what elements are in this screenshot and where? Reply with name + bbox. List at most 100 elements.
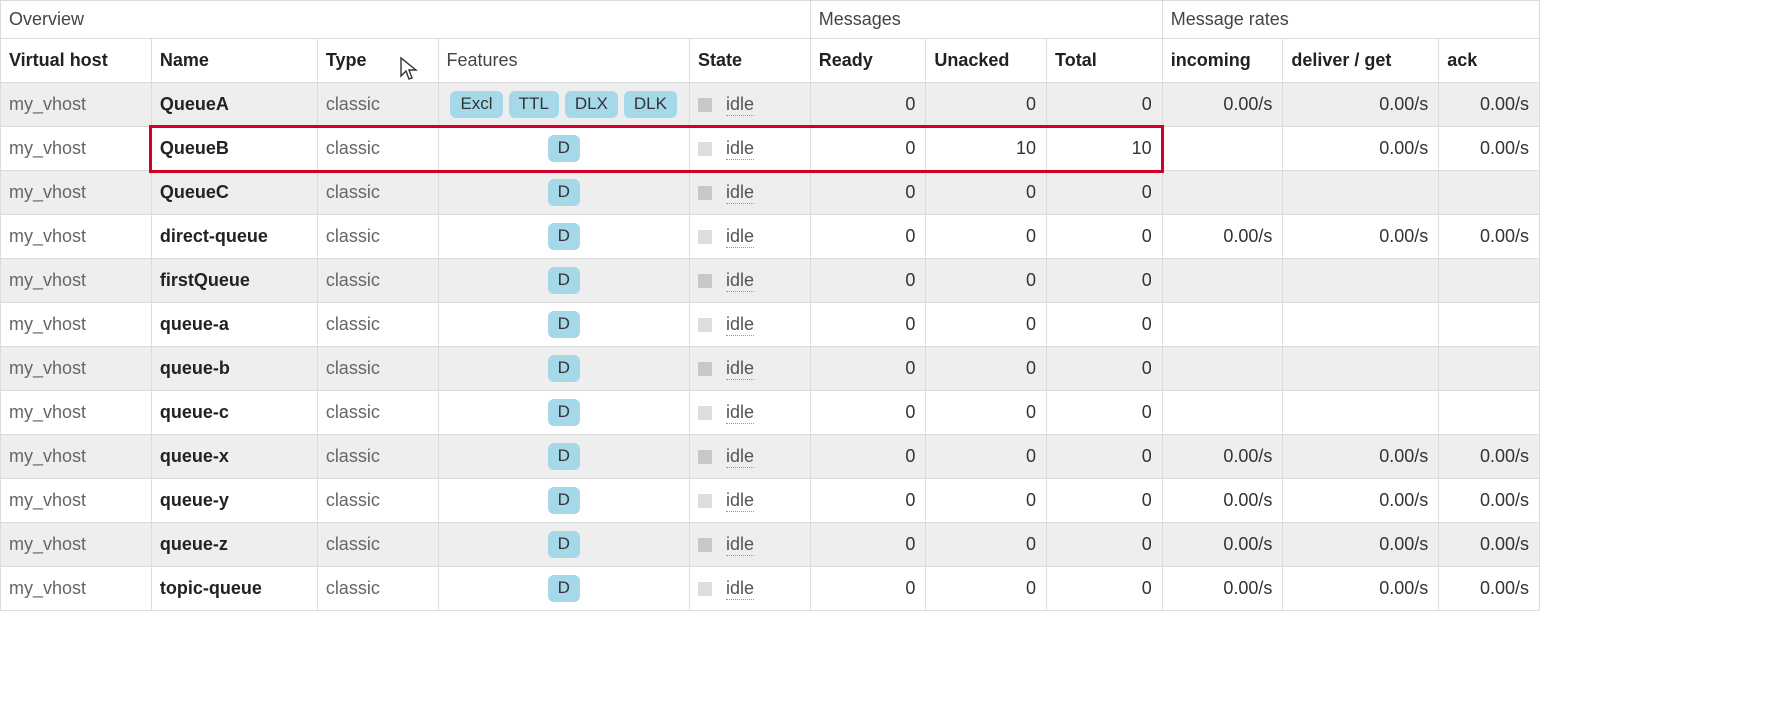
- cell-incoming: 0.00/s: [1162, 567, 1283, 611]
- state-color-icon: [698, 98, 712, 112]
- cell-name[interactable]: direct-queue: [151, 215, 317, 259]
- cell-total: 0: [1047, 567, 1163, 611]
- vhost-label: my_vhost: [9, 94, 86, 114]
- cell-unacked: 0: [926, 523, 1047, 567]
- cell-total: 0: [1047, 83, 1163, 127]
- cell-name[interactable]: topic-queue: [151, 567, 317, 611]
- cell-type: classic: [317, 523, 438, 567]
- cell-name[interactable]: queue-a: [151, 303, 317, 347]
- col-ack[interactable]: ack: [1439, 39, 1540, 83]
- cell-total: 0: [1047, 391, 1163, 435]
- cell-ack: [1439, 259, 1540, 303]
- cell-incoming: [1162, 127, 1283, 171]
- col-vhost[interactable]: Virtual host: [1, 39, 152, 83]
- cell-unacked: 0: [926, 347, 1047, 391]
- col-type[interactable]: Type: [317, 39, 438, 83]
- cell-state: idle: [689, 303, 810, 347]
- col-deliver-get[interactable]: deliver / get: [1283, 39, 1439, 83]
- cell-vhost: my_vhost: [1, 215, 152, 259]
- vhost-label: my_vhost: [9, 490, 86, 510]
- col-features[interactable]: Features: [438, 39, 689, 83]
- cell-name[interactable]: QueueB: [151, 127, 317, 171]
- col-name[interactable]: Name: [151, 39, 317, 83]
- queue-name-link[interactable]: topic-queue: [160, 578, 262, 598]
- queue-name-link[interactable]: queue-z: [160, 534, 228, 554]
- queue-name-link[interactable]: direct-queue: [160, 226, 268, 246]
- header-columns-row: Virtual host Name Type Features State Re…: [1, 39, 1540, 83]
- cell-deliver-get: 0.00/s: [1283, 523, 1439, 567]
- cell-name[interactable]: firstQueue: [151, 259, 317, 303]
- cell-ready: 0: [810, 567, 926, 611]
- cell-type: classic: [317, 171, 438, 215]
- col-state[interactable]: State: [689, 39, 810, 83]
- cell-features: ExclTTLDLXDLK: [438, 83, 689, 127]
- vhost-label: my_vhost: [9, 446, 86, 466]
- cell-incoming: 0.00/s: [1162, 215, 1283, 259]
- cell-incoming: [1162, 347, 1283, 391]
- state-label: idle: [726, 138, 754, 160]
- queues-table-container: Overview Messages Message rates Virtual …: [0, 0, 1540, 611]
- table-row: my_vhostQueueBclassicDidle010100.00/s0.0…: [1, 127, 1540, 171]
- cell-name[interactable]: queue-x: [151, 435, 317, 479]
- cell-name[interactable]: QueueA: [151, 83, 317, 127]
- vhost-label: my_vhost: [9, 358, 86, 378]
- queue-name-link[interactable]: queue-b: [160, 358, 230, 378]
- queue-name-link[interactable]: QueueB: [160, 138, 229, 158]
- cell-state: idle: [689, 127, 810, 171]
- queue-name-link[interactable]: queue-a: [160, 314, 229, 334]
- queue-type-label: classic: [326, 578, 380, 598]
- col-total[interactable]: Total: [1047, 39, 1163, 83]
- state-label: idle: [726, 94, 754, 116]
- table-row: my_vhostqueue-bclassicDidle000: [1, 347, 1540, 391]
- cell-ack: [1439, 303, 1540, 347]
- state-color-icon: [698, 494, 712, 508]
- cell-total: 0: [1047, 171, 1163, 215]
- table-row: my_vhostQueueCclassicDidle000: [1, 171, 1540, 215]
- queue-name-link[interactable]: queue-c: [160, 402, 229, 422]
- col-incoming[interactable]: incoming: [1162, 39, 1283, 83]
- queue-type-label: classic: [326, 94, 380, 114]
- queue-type-label: classic: [326, 490, 380, 510]
- queue-name-link[interactable]: firstQueue: [160, 270, 250, 290]
- cell-total: 0: [1047, 215, 1163, 259]
- queue-type-label: classic: [326, 446, 380, 466]
- queue-name-link[interactable]: QueueC: [160, 182, 229, 202]
- cell-deliver-get: 0.00/s: [1283, 215, 1439, 259]
- cell-type: classic: [317, 347, 438, 391]
- cell-features: D: [438, 567, 689, 611]
- cell-unacked: 0: [926, 171, 1047, 215]
- table-row: my_vhostQueueAclassicExclTTLDLXDLKidle00…: [1, 83, 1540, 127]
- cell-name[interactable]: queue-b: [151, 347, 317, 391]
- cell-state: idle: [689, 171, 810, 215]
- feature-badge: D: [548, 223, 580, 249]
- queue-name-link[interactable]: QueueA: [160, 94, 229, 114]
- cell-type: classic: [317, 259, 438, 303]
- queue-name-link[interactable]: queue-x: [160, 446, 229, 466]
- cell-name[interactable]: QueueC: [151, 171, 317, 215]
- cell-state: idle: [689, 567, 810, 611]
- cell-type: classic: [317, 567, 438, 611]
- cell-vhost: my_vhost: [1, 523, 152, 567]
- cell-deliver-get: [1283, 303, 1439, 347]
- col-ready[interactable]: Ready: [810, 39, 926, 83]
- cell-vhost: my_vhost: [1, 127, 152, 171]
- queue-name-link[interactable]: queue-y: [160, 490, 229, 510]
- cell-ready: 0: [810, 127, 926, 171]
- cell-type: classic: [317, 303, 438, 347]
- feature-badge: Excl: [450, 91, 502, 117]
- col-unacked[interactable]: Unacked: [926, 39, 1047, 83]
- feature-badge: D: [548, 575, 580, 601]
- feature-badge: D: [548, 135, 580, 161]
- cell-type: classic: [317, 127, 438, 171]
- cell-name[interactable]: queue-c: [151, 391, 317, 435]
- cell-state: idle: [689, 347, 810, 391]
- cell-deliver-get: [1283, 391, 1439, 435]
- state-color-icon: [698, 274, 712, 288]
- cell-total: 0: [1047, 479, 1163, 523]
- cell-ready: 0: [810, 303, 926, 347]
- cell-name[interactable]: queue-z: [151, 523, 317, 567]
- cell-deliver-get: [1283, 259, 1439, 303]
- state-label: idle: [726, 490, 754, 512]
- cell-name[interactable]: queue-y: [151, 479, 317, 523]
- cell-incoming: [1162, 259, 1283, 303]
